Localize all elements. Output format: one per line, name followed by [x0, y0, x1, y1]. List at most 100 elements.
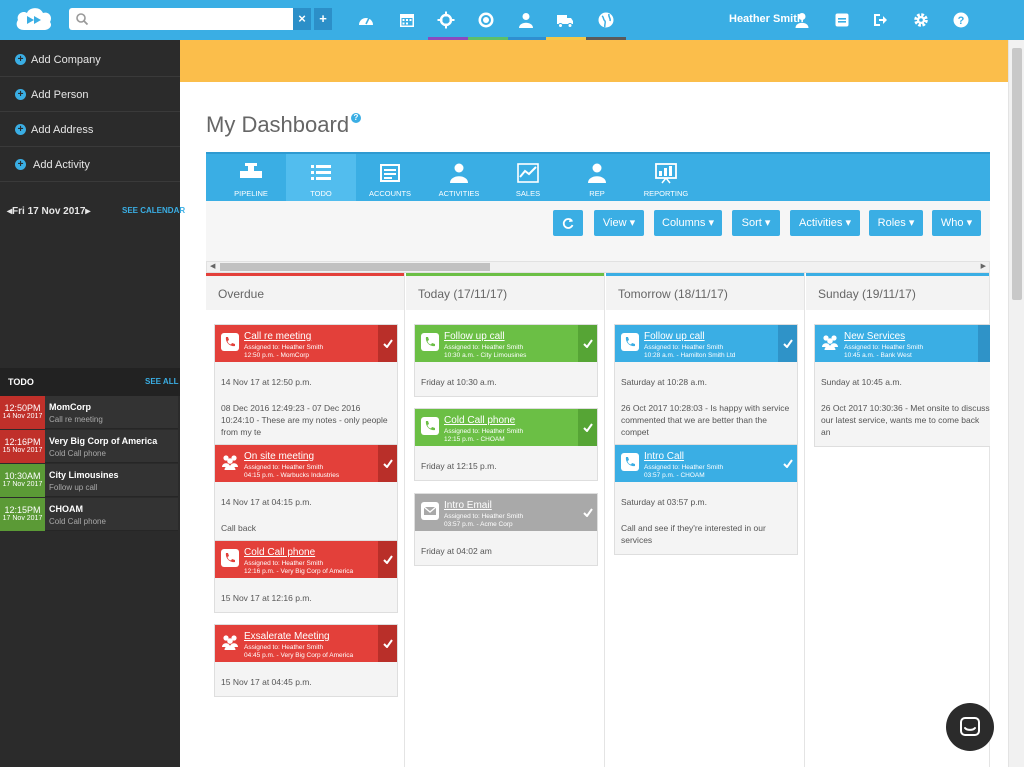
view-dropdown[interactable]: View ▾: [594, 210, 644, 236]
activities-dropdown[interactable]: Activities ▾: [790, 210, 860, 236]
refresh-button[interactable]: [553, 210, 583, 236]
pipeline-icon[interactable]: [434, 8, 458, 32]
who-dropdown[interactable]: Who ▾: [932, 210, 981, 236]
activity-card[interactable]: Cold Call phone Assigned to: Heather Smi…: [214, 540, 398, 613]
add-address-label: Add Address: [31, 124, 94, 136]
person-icon: [450, 163, 468, 183]
complete-check-button[interactable]: [778, 445, 797, 482]
see-calendar-link[interactable]: SEE CALENDAR: [122, 206, 185, 215]
card-title-link[interactable]: New Services: [844, 331, 905, 342]
tab-rep[interactable]: REP: [562, 154, 632, 201]
todo-item[interactable]: 10:30AM 17 Nov 2017 City Limousines Foll…: [0, 464, 178, 497]
help-icon[interactable]: ?: [949, 8, 973, 32]
tab-pipeline[interactable]: PIPELINE: [216, 154, 286, 201]
user-icon[interactable]: [790, 8, 814, 32]
activity-card[interactable]: On site meeting Assigned to: Heather Smi…: [214, 444, 398, 543]
top-bar: × + Heather Smith ?: [0, 0, 1024, 40]
todo-subtitle: Call re meeting: [49, 415, 103, 424]
card-when: 15 Nov 17 at 12:16 p.m.: [221, 593, 312, 603]
add-company-button[interactable]: + Add Company: [0, 42, 180, 77]
tab-todo[interactable]: TODO: [286, 154, 356, 201]
scroll-right-icon[interactable]: ▶: [981, 262, 986, 270]
search-box: [69, 8, 293, 30]
add-person-button[interactable]: + Add Person: [0, 77, 180, 112]
target-icon[interactable]: [474, 8, 498, 32]
complete-check-button[interactable]: [978, 325, 990, 362]
truck-icon[interactable]: [553, 8, 577, 32]
todo-item[interactable]: 12:15PM 17 Nov 2017 CHOAM Cold Call phon…: [0, 498, 178, 531]
tab-sales[interactable]: SALES: [493, 154, 563, 201]
board-horizontal-scrollbar[interactable]: ◀ ▶: [206, 261, 990, 273]
plus-circle-icon: +: [15, 124, 26, 135]
meeting-icon: [822, 335, 838, 350]
chat-launcher-button[interactable]: [946, 703, 994, 751]
activity-card[interactable]: New Services Assigned to: Heather Smith 1…: [814, 324, 990, 447]
search-input[interactable]: [93, 10, 289, 28]
tab-reporting[interactable]: REPORTING: [631, 154, 701, 201]
card-title-link[interactable]: Exsalerate Meeting: [244, 631, 330, 642]
complete-check-button[interactable]: [378, 625, 397, 662]
complete-check-button[interactable]: [578, 409, 597, 446]
dashboard-icon[interactable]: [354, 8, 378, 32]
todo-title-text: City Limousines: [49, 470, 119, 480]
scroll-left-icon[interactable]: ◀: [210, 262, 215, 270]
calendar-icon[interactable]: [395, 8, 419, 32]
complete-check-button[interactable]: [378, 541, 397, 578]
tab-label: REP: [589, 189, 605, 198]
card-title-link[interactable]: Intro Call: [644, 451, 684, 462]
activity-card[interactable]: Follow up call Assigned to: Heather Smit…: [414, 324, 598, 397]
quick-add-button[interactable]: +: [314, 8, 332, 30]
card-title-link[interactable]: Follow up call: [444, 331, 505, 342]
tab-label: SALES: [515, 189, 541, 198]
clear-search-button[interactable]: ×: [293, 8, 311, 30]
add-address-button[interactable]: + Add Address: [0, 112, 180, 147]
activity-card[interactable]: Intro Call Assigned to: Heather Smith 03:…: [614, 444, 798, 555]
card-when: Friday at 12:15 p.m.: [421, 461, 497, 471]
card-title-link[interactable]: Intro Email: [444, 500, 492, 511]
complete-check-button[interactable]: [578, 494, 597, 531]
globe-icon[interactable]: [594, 8, 618, 32]
logout-icon[interactable]: [868, 8, 892, 32]
card-title-link[interactable]: Follow up call: [644, 331, 705, 342]
calendar-date-nav[interactable]: ◂Fri 17 Nov 2017▸: [7, 206, 90, 217]
complete-check-button[interactable]: [578, 325, 597, 362]
inbox-icon[interactable]: [830, 8, 854, 32]
columns-dropdown[interactable]: Columns ▾: [654, 210, 722, 236]
check-icon: [782, 339, 793, 348]
todo-item[interactable]: 12:50PM 14 Nov 2017 MomCorp Call re meet…: [0, 396, 178, 429]
activity-card[interactable]: Exsalerate Meeting Assigned to: Heather …: [214, 624, 398, 697]
gear-icon[interactable]: [909, 8, 933, 32]
help-icon[interactable]: ?: [351, 113, 361, 123]
card-title-link[interactable]: Call re meeting: [244, 331, 311, 342]
see-all-link[interactable]: SEE ALL: [145, 377, 178, 386]
column-title: Overdue: [218, 287, 265, 301]
todo-item[interactable]: 12:16PM 15 Nov 2017 Very Big Corp of Ame…: [0, 430, 178, 463]
complete-check-button[interactable]: [778, 325, 797, 362]
activity-card[interactable]: Cold Call phone Assigned to: Heather Smi…: [414, 408, 598, 481]
roles-dropdown[interactable]: Roles ▾: [869, 210, 923, 236]
board-scrollbar-thumb[interactable]: [220, 263, 490, 271]
card-title-link[interactable]: Cold Call phone: [244, 547, 315, 558]
card-title-link[interactable]: On site meeting: [244, 451, 314, 462]
page-scrollbar[interactable]: [1008, 40, 1024, 767]
complete-check-button[interactable]: [378, 325, 397, 362]
activity-card[interactable]: Call re meeting Assigned to: Heather Smi…: [214, 324, 398, 447]
complete-check-button[interactable]: [378, 445, 397, 482]
activity-card[interactable]: Intro Email Assigned to: Heather Smith 03…: [414, 493, 598, 566]
activity-card[interactable]: Follow up call Assigned to: Heather Smit…: [614, 324, 798, 447]
list-icon: [311, 165, 331, 180]
card-note: Call back: [221, 523, 256, 533]
tab-activities[interactable]: ACTIVITIES: [424, 154, 494, 201]
todo-time-badge: 12:50PM 14 Nov 2017: [0, 396, 45, 429]
tab-label: PIPELINE: [234, 189, 268, 198]
column-header: Overdue: [206, 276, 404, 310]
app-logo-icon[interactable]: [14, 6, 54, 32]
pipeline-tab-icon: [240, 163, 262, 178]
tab-accounts[interactable]: ACCOUNTS: [355, 154, 425, 201]
sort-dropdown[interactable]: Sort ▾: [732, 210, 780, 236]
card-title-link[interactable]: Cold Call phone: [444, 415, 515, 426]
add-activity-button[interactable]: + Add Activity: [0, 147, 180, 182]
people-icon[interactable]: [514, 8, 538, 32]
page-scrollbar-thumb[interactable]: [1012, 48, 1022, 300]
phone-icon: [221, 549, 239, 567]
